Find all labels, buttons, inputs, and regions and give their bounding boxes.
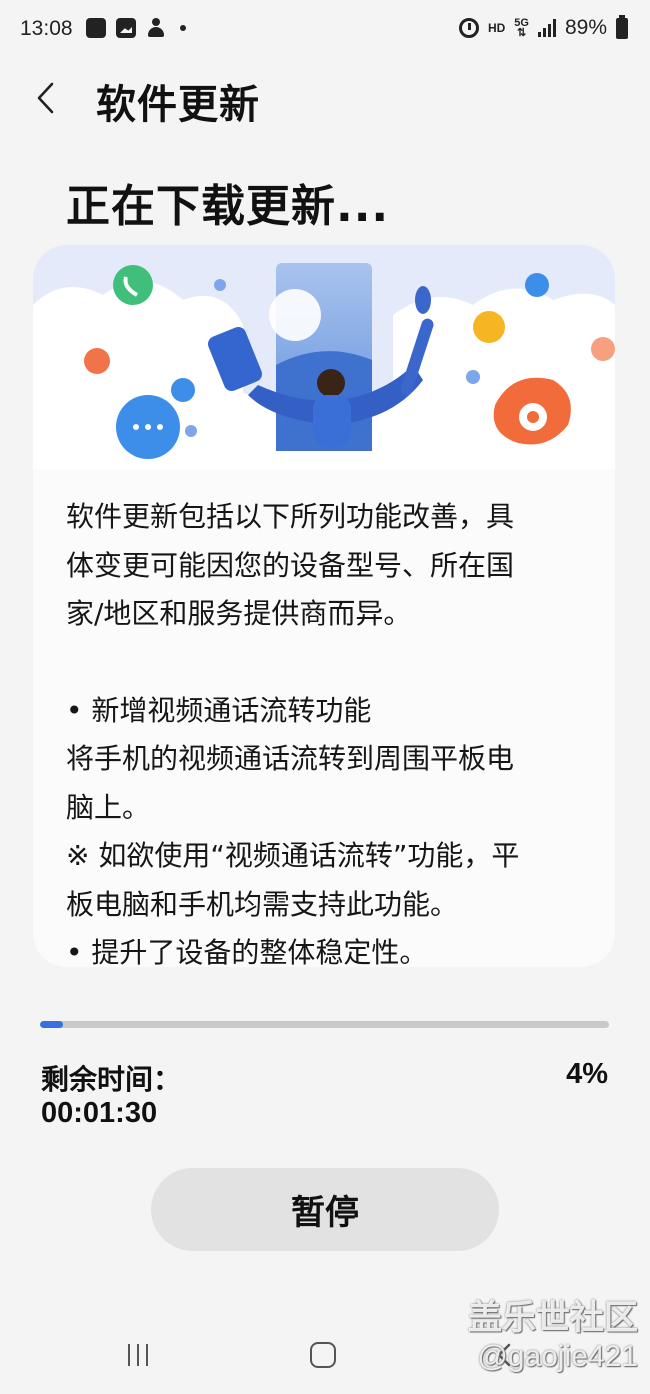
update-info-card[interactable]: 软件更新包括以下所列功能改善，具 体变更可能因您的设备型号、所在国 家/地区和服… bbox=[33, 245, 615, 967]
recent-apps-icon[interactable] bbox=[128, 1344, 148, 1366]
watermark-community: 盖乐世社区 bbox=[468, 1298, 638, 1338]
watermark-username: @gaojie421 bbox=[477, 1340, 638, 1373]
5g-icon: 5G ⇅ bbox=[514, 17, 529, 39]
page-title: 软件更新 bbox=[96, 82, 260, 128]
accessibility-icon bbox=[146, 18, 166, 38]
notification-icons bbox=[86, 18, 186, 38]
release-note-item: • 提升了设备的整体稳定性。 bbox=[66, 936, 428, 967]
signal-icon bbox=[537, 19, 556, 37]
chevron-left-icon bbox=[37, 82, 54, 114]
status-time: 13:08 bbox=[20, 17, 73, 40]
pause-button[interactable]: 暂停 bbox=[151, 1168, 499, 1251]
battery-percent: 89% bbox=[564, 16, 607, 39]
progress-percent: 4% bbox=[566, 1058, 608, 1090]
app-header: 软件更新 bbox=[0, 60, 650, 140]
release-note-item: • 新增视频通话流转功能 将手机的视频通话流转到周围平板电 脑上。 ※ 如欲使用… bbox=[66, 693, 520, 921]
status-bar: 13:08 HD 5G ⇅ 89% bbox=[0, 0, 650, 60]
hd-icon: HD bbox=[487, 21, 506, 35]
battery-icon bbox=[616, 14, 628, 39]
home-icon[interactable] bbox=[310, 1342, 336, 1368]
download-progress-bar bbox=[40, 1021, 609, 1028]
alarm-icon bbox=[458, 18, 479, 38]
download-progress-fill bbox=[40, 1021, 63, 1028]
system-icons: HD 5G ⇅ 89% bbox=[458, 14, 628, 40]
remaining-time-label: 剩余时间： bbox=[41, 1063, 182, 1096]
more-notifications-dot bbox=[180, 25, 186, 31]
download-status-heading: 正在下载更新... bbox=[66, 181, 390, 232]
release-notes: 软件更新包括以下所列功能改善，具 体变更可能因您的设备型号、所在国 家/地区和服… bbox=[66, 493, 596, 967]
remaining-time-value: 00:01:30 bbox=[41, 1097, 158, 1129]
back-button[interactable] bbox=[30, 78, 70, 118]
release-notes-intro: 软件更新包括以下所列功能改善，具 体变更可能因您的设备型号、所在国 家/地区和服… bbox=[66, 500, 515, 630]
update-illustration bbox=[33, 245, 615, 469]
network-type-label: 5G bbox=[514, 17, 529, 29]
gallery-icon bbox=[116, 18, 136, 38]
phone-signal-icon bbox=[86, 18, 106, 38]
